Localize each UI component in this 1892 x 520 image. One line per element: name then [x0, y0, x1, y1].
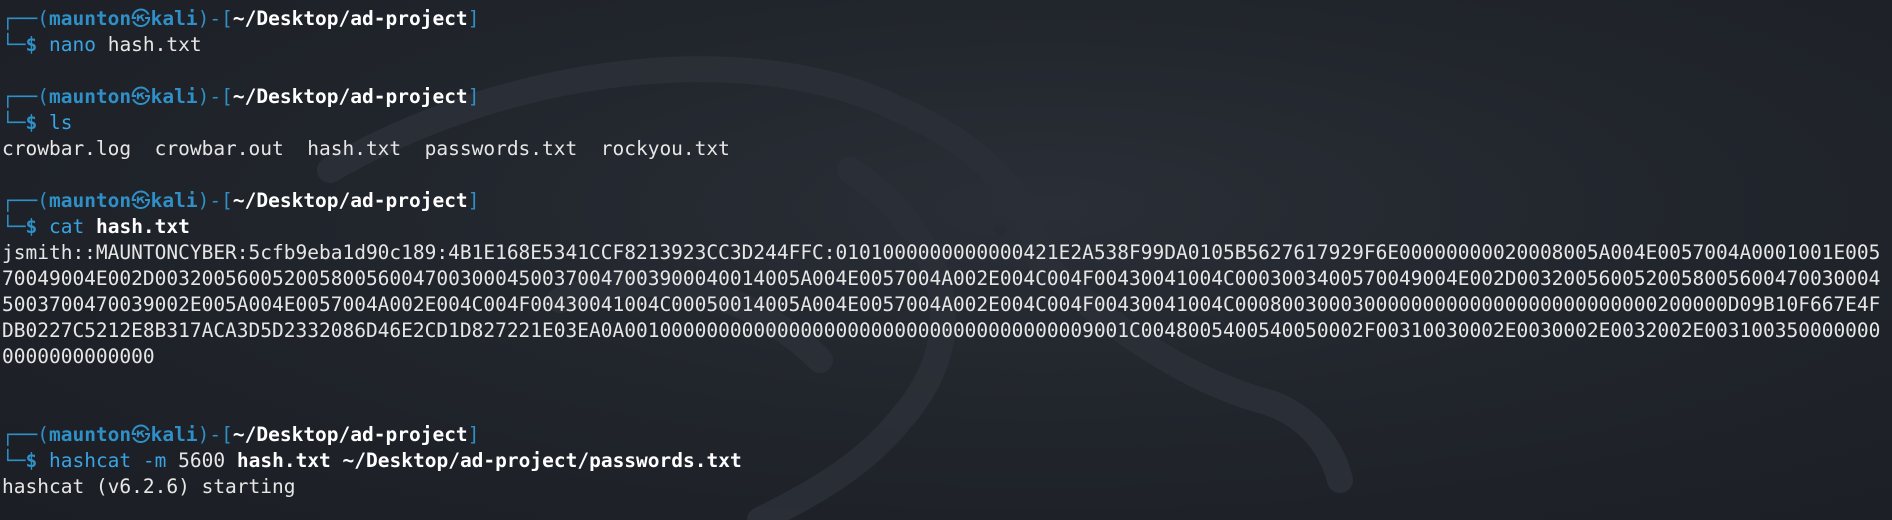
prompt-line: ┌──(maunton㉿kali)-[~/Desktop/ad-project] — [2, 84, 1892, 110]
command-name: hashcat — [48, 449, 132, 472]
prompt-line: ┌──(maunton㉿kali)-[~/Desktop/ad-project] — [2, 6, 1892, 32]
prompt-separator: )-[ — [197, 85, 233, 108]
command-output: hashcat (v6.2.6) starting — [2, 475, 296, 498]
prompt-box-close: ] — [467, 85, 480, 108]
prompt-host: kali — [150, 189, 198, 212]
prompt-at-icon: ㉿ — [131, 189, 151, 212]
command-line: └─$ hashcat -m 5600 hash.txt ~/Desktop/a… — [2, 448, 1892, 474]
prompt-cwd: ~/Desktop/ad-project — [232, 423, 468, 446]
command-arg: ~/Desktop/ad-project/passwords.txt — [342, 449, 742, 472]
prompt-dollar: $ — [25, 449, 38, 472]
command-arg: -m — [142, 449, 167, 472]
prompt-host: kali — [150, 85, 198, 108]
terminal-output[interactable]: ┌──(maunton㉿kali)-[~/Desktop/ad-project]… — [0, 0, 1892, 500]
prompt-cwd: ~/Desktop/ad-project — [232, 7, 468, 30]
prompt-separator: )-[ — [197, 7, 233, 30]
command-arg: hash.txt — [95, 215, 190, 238]
prompt-corner: └─ — [2, 215, 26, 238]
command-name: nano — [48, 33, 96, 56]
command-arg: hash.txt — [107, 33, 202, 56]
prompt-host: kali — [150, 423, 198, 446]
prompt-box-close: ] — [467, 7, 480, 30]
command-name: ls — [48, 111, 73, 134]
prompt-user: maunton — [48, 423, 132, 446]
prompt-line: ┌──(maunton㉿kali)-[~/Desktop/ad-project] — [2, 422, 1892, 448]
prompt-user: maunton — [48, 189, 132, 212]
command-line: └─$ ls — [2, 110, 1892, 136]
command-output: jsmith::MAUNTONCYBER:5cfb9eba1d90c189:4B… — [2, 241, 1881, 368]
prompt-dollar: $ — [25, 33, 38, 56]
prompt-corner: └─ — [2, 33, 26, 56]
prompt-corner: └─ — [2, 449, 26, 472]
prompt-separator: )-[ — [197, 423, 233, 446]
prompt-dollar: $ — [25, 215, 38, 238]
terminal-window[interactable]: ┌──(maunton㉿kali)-[~/Desktop/ad-project]… — [0, 0, 1892, 520]
prompt-cwd: ~/Desktop/ad-project — [232, 189, 468, 212]
prompt-host: kali — [150, 7, 198, 30]
prompt-corner: └─ — [2, 111, 26, 134]
command-line: └─$ nano hash.txt — [2, 32, 1892, 58]
prompt-separator: )-[ — [197, 189, 233, 212]
prompt-box-open: ┌──( — [2, 189, 49, 212]
command-arg: 5600 — [178, 449, 226, 472]
prompt-box-close: ] — [467, 423, 480, 446]
prompt-at-icon: ㉿ — [131, 85, 151, 108]
prompt-box-open: ┌──( — [2, 85, 49, 108]
prompt-line: ┌──(maunton㉿kali)-[~/Desktop/ad-project] — [2, 188, 1892, 214]
prompt-user: maunton — [48, 85, 132, 108]
command-output: crowbar.log crowbar.out hash.txt passwor… — [2, 137, 730, 160]
prompt-at-icon: ㉿ — [131, 7, 151, 30]
prompt-cwd: ~/Desktop/ad-project — [232, 85, 468, 108]
prompt-dollar: $ — [25, 111, 38, 134]
command-line: └─$ cat hash.txt — [2, 214, 1892, 240]
prompt-box-open: ┌──( — [2, 423, 49, 446]
command-name: cat — [48, 215, 85, 238]
prompt-at-icon: ㉿ — [131, 423, 151, 446]
command-arg: hash.txt — [236, 449, 331, 472]
prompt-box-open: ┌──( — [2, 7, 49, 30]
prompt-box-close: ] — [467, 189, 480, 212]
prompt-user: maunton — [48, 7, 132, 30]
